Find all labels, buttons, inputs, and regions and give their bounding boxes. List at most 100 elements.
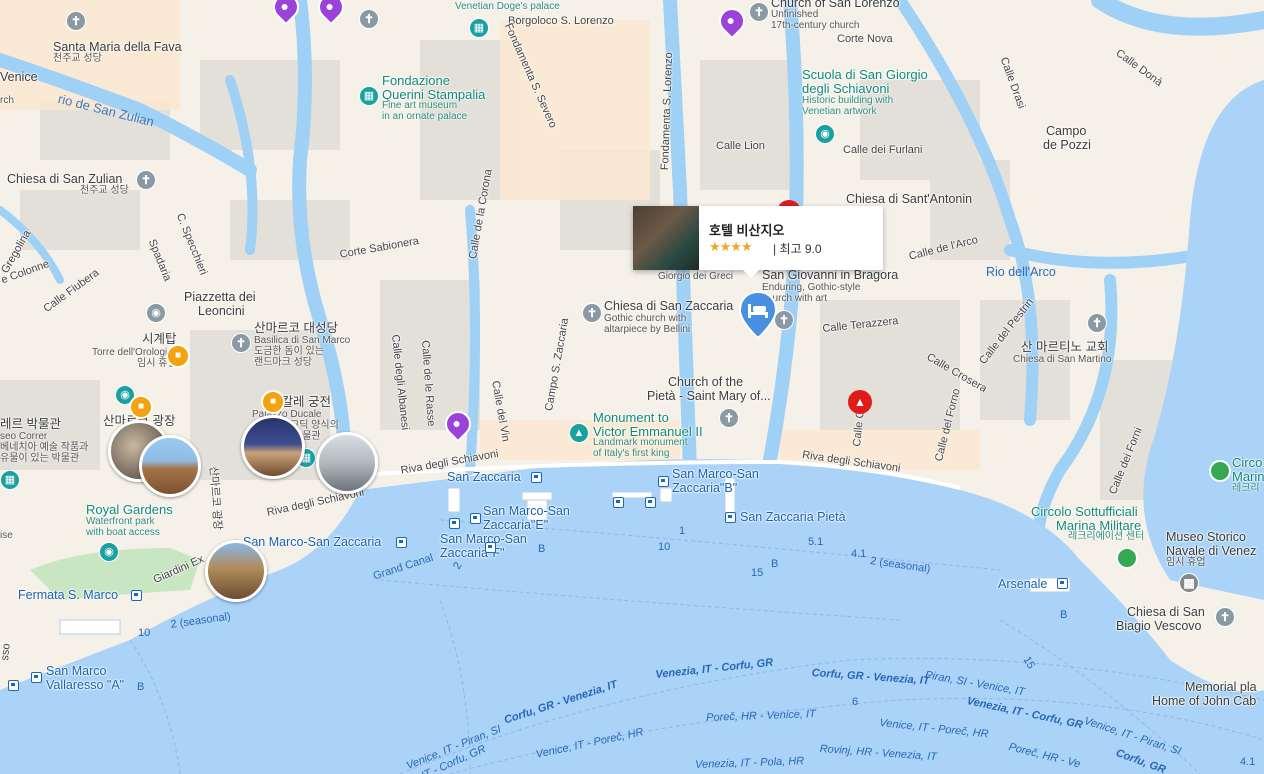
church-icon[interactable]: ✝	[1215, 607, 1235, 627]
label-scuola2: degli Schiavoni	[802, 81, 890, 96]
ferry-icon[interactable]	[396, 537, 407, 548]
photo-spot-icon[interactable]: ■	[129, 395, 153, 419]
lock-pin[interactable]: ▲	[848, 390, 872, 414]
label-chiesa-san-zulian-ko: 천주교 성당	[80, 185, 129, 196]
label-scuola-sub2: Venetian artwork	[802, 106, 877, 117]
label-monument1: Monument to	[593, 410, 669, 425]
label-museo-correr-ko: 레르 박물관	[0, 417, 61, 431]
route-b-3: B	[137, 681, 145, 693]
stop-smz-f-line1[interactable]: San Marco-San	[440, 532, 527, 546]
park-camera-icon[interactable]: ◉	[99, 542, 119, 562]
popup-tail	[743, 270, 759, 278]
ferry-icon[interactable]	[8, 680, 19, 691]
camera-icon[interactable]: ◉	[146, 303, 166, 323]
label-basilica-sub1: 도금한 돔이 있는	[254, 346, 324, 357]
label-circolo1: Circolo Sottufficiali	[1031, 504, 1138, 519]
hotel-review-score: | 최고 9.0	[773, 242, 822, 256]
photo-thumbnail[interactable]	[316, 432, 378, 494]
label-royal-gardens: Royal Gardens	[86, 502, 173, 517]
label-circolo-ko: 레크리에이션 센터	[1068, 531, 1145, 542]
label-bragora: San Giovanni in Bragora	[762, 268, 899, 282]
hotel-info-popup[interactable]: 호텔 비산지오 ★★★★ | 최고 9.0	[633, 206, 883, 278]
label-san-martino-ko: 산 마르티노 교회	[1021, 340, 1109, 354]
label-piazzetta2: Leoncini	[198, 304, 245, 318]
route-4-1-right: 4.1	[1240, 756, 1256, 768]
label-basilica-en: Basilica di San Marco	[254, 335, 351, 346]
label-monument-sub2: of Italy's first king	[593, 448, 670, 459]
museum-icon[interactable]: ◉	[815, 124, 835, 144]
hotel-pin-icon[interactable]	[738, 290, 778, 340]
church-icon[interactable]: ✝	[719, 408, 739, 428]
label-san-martino: Chiesa di San Martino	[1013, 354, 1112, 365]
recreation-pin[interactable]	[1116, 547, 1138, 569]
church-icon[interactable]: ✝	[136, 170, 156, 190]
stop-smz-b-line2[interactable]: Zaccaria"B"	[672, 481, 737, 495]
hotel-thumbnail[interactable]	[633, 206, 699, 270]
ferry-icon[interactable]	[1057, 578, 1068, 589]
label-museo-correr: seo Correr	[0, 431, 48, 442]
ferry-icon[interactable]	[725, 512, 736, 523]
ferry-icon[interactable]	[485, 542, 496, 553]
label-correr-sub1: 베네치아 예술 작품과	[0, 442, 89, 453]
church-icon[interactable]: ✝	[582, 303, 602, 323]
museum-closed-icon[interactable]: ▦	[1179, 573, 1199, 593]
ferry-icon[interactable]	[613, 497, 624, 508]
label-zaccaria-sub1: Gothic church with	[604, 313, 687, 324]
museum-icon[interactable]: ▦	[469, 18, 489, 38]
label-circo-r2: Marin	[1232, 469, 1264, 484]
photo-thumbnail[interactable]	[241, 415, 305, 479]
label-sso: sso	[0, 642, 13, 662]
label-piazzetta1: Piazzetta dei	[184, 290, 256, 304]
route-b-2: B	[771, 558, 779, 570]
stop-smz-e-line1[interactable]: San Marco-San	[483, 504, 570, 518]
label-royal-sub1: Waterfront park	[86, 516, 155, 527]
label-calle-furlani: Calle dei Furlani	[843, 144, 923, 156]
route-4-1: 4.1	[851, 548, 867, 560]
recreation-pin[interactable]	[1209, 460, 1231, 482]
ferry-icon[interactable]	[449, 518, 460, 529]
route-10-left: 10	[138, 627, 151, 639]
photo-spot-icon[interactable]: ■	[261, 390, 285, 414]
stop-vallaresso-line1[interactable]: San Marco	[46, 664, 106, 678]
museum-icon[interactable]: ▦	[359, 86, 379, 106]
label-calle-lion: Calle Lion	[716, 140, 765, 152]
stop-fermata[interactable]: Fermata S. Marco	[18, 588, 118, 602]
label-rio-arco: Rio dell'Arco	[986, 265, 1056, 279]
ferry-icon[interactable]	[470, 513, 481, 524]
ferry-icon[interactable]	[658, 476, 669, 487]
ferry-icon[interactable]	[645, 497, 656, 508]
monument-icon[interactable]: ▲	[569, 423, 589, 443]
route-10: 10	[658, 541, 671, 553]
hotel-star-rating: ★★★★	[709, 239, 753, 254]
photo-spot-icon[interactable]: ■	[166, 344, 190, 368]
stop-san-zaccaria[interactable]: San Zaccaria	[447, 470, 521, 484]
photo-thumbnail[interactable]	[205, 540, 267, 602]
museum-icon[interactable]: ▦	[0, 470, 20, 490]
stop-smz-e-line2[interactable]: Zaccaria"E"	[483, 518, 548, 532]
stop-zaccaria-pieta[interactable]: San Zaccaria Pietà	[740, 510, 846, 524]
ferry-icon[interactable]	[531, 472, 542, 483]
label-museo-storico1: Museo Storico	[1166, 530, 1246, 544]
label-arsenale: Arsenale	[998, 577, 1048, 591]
label-chiesa-biagio1: Chiesa di San	[1127, 605, 1205, 619]
map-base	[0, 0, 1264, 774]
ferry-icon[interactable]	[31, 672, 42, 683]
label-venice: Venice	[0, 70, 38, 84]
label-unfinished2: 17th-century church	[771, 20, 860, 31]
photo-thumbnail[interactable]	[139, 435, 201, 497]
church-icon[interactable]: ✝	[231, 333, 251, 353]
church-icon[interactable]: ✝	[66, 11, 86, 31]
church-icon[interactable]: ✝	[1087, 313, 1107, 333]
church-icon[interactable]: ✝	[749, 2, 769, 22]
route-1: 1	[679, 525, 686, 537]
stop-smz-b-line1[interactable]: San Marco-San	[672, 467, 759, 481]
label-santa-maria-fava-ko: 천주교 성당	[53, 53, 102, 64]
ferry-icon[interactable]	[131, 590, 142, 601]
label-scuola-sub1: Historic building with	[802, 95, 894, 106]
stop-smz[interactable]: San Marco-San Zaccaria	[243, 535, 381, 549]
label-basilica-ko: 산마르코 대성당	[254, 321, 338, 335]
church-icon[interactable]: ✝	[359, 9, 379, 29]
map-canvas[interactable]: Santa Maria della Fava 천주교 성당 Venice rch…	[0, 0, 1264, 774]
label-campo-pozzi1: Campo	[1046, 124, 1087, 138]
stop-vallaresso-line2[interactable]: Vallaresso "A"	[46, 678, 124, 692]
